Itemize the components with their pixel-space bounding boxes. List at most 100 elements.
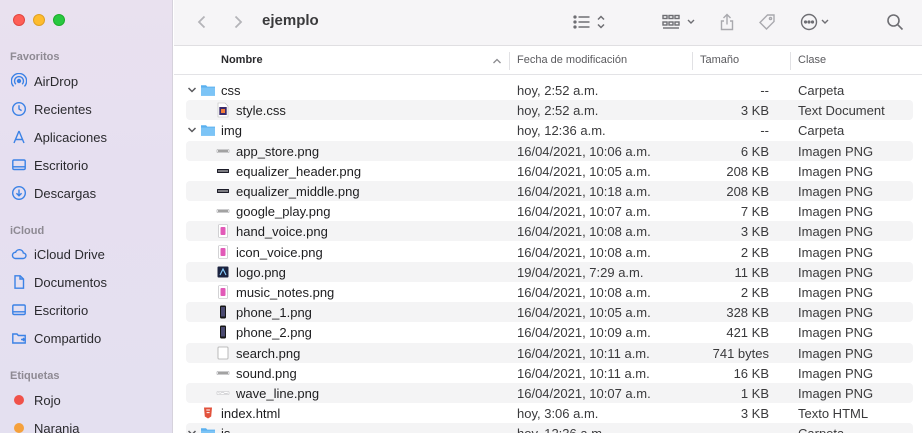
column-separator[interactable]	[790, 52, 791, 70]
grid-group-icon	[662, 14, 695, 29]
sidebar-item-escritorio-icloud[interactable]: Escritorio	[10, 298, 166, 322]
sidebar-item-label: Descargas	[34, 185, 97, 201]
sidebar-item-documentos[interactable]: Documentos	[10, 270, 166, 294]
file-row[interactable]: equalizer_header.png 16/04/2021, 10:05 a.…	[186, 161, 913, 181]
column-header-date[interactable]: Fecha de modificación	[517, 54, 627, 66]
file-row[interactable]: style.css hoy, 2:52 a.m. 3 KB Text Document	[186, 100, 913, 121]
file-row[interactable]: equalizer_middle.png 16/04/2021, 10:18 a.…	[186, 181, 913, 201]
png-file-icon	[215, 385, 231, 401]
file-kind: Imagen PNG	[798, 285, 874, 300]
file-row[interactable]: img hoy, 12:36 a.m. -- Carpeta	[186, 120, 913, 140]
png-file-icon	[215, 143, 231, 159]
disclosure-collapsed-icon[interactable]	[187, 427, 197, 433]
disclosure-expanded-icon[interactable]	[187, 84, 197, 96]
cloud-icon	[10, 246, 27, 263]
file-row[interactable]: sound.png 16/04/2021, 10:11 a.m. 16 KB Imag…	[186, 363, 913, 383]
sidebar-tag-rojo[interactable]: Rojo	[10, 388, 166, 412]
file-row[interactable]: css hoy, 2:52 a.m. -- Carpeta	[186, 80, 913, 100]
column-header-kind[interactable]: Clase	[798, 54, 826, 66]
sidebar-item-compartido[interactable]: Compartido	[10, 326, 166, 350]
sidebar-item-label: Documentos	[34, 274, 107, 290]
sort-ascending-icon	[493, 58, 501, 64]
sidebar-item-escritorio[interactable]: Escritorio	[10, 153, 166, 177]
share-button[interactable]	[716, 10, 738, 34]
file-row[interactable]: index.html hoy, 3:06 a.m. 3 KB Texto HTML	[186, 403, 913, 423]
search-button[interactable]	[884, 10, 906, 34]
sidebar: Favoritos AirDrop Recientes Aplicaciones…	[0, 0, 173, 433]
file-row[interactable]: logo.png 19/04/2021, 7:29 a.m. 11 KB Imagen…	[186, 261, 913, 282]
sidebar-item-label: Rojo	[34, 392, 61, 408]
file-size: 3 KB	[740, 103, 769, 119]
sidebar-item-icloud-drive[interactable]: iCloud Drive	[10, 242, 166, 266]
file-size: 2 KB	[740, 285, 769, 300]
column-separator[interactable]	[509, 52, 510, 70]
file-kind: Imagen PNG	[798, 143, 874, 159]
file-date: 16/04/2021, 10:05 a.m.	[517, 163, 651, 179]
file-date: 16/04/2021, 10:09 a.m.	[517, 325, 651, 341]
file-row[interactable]: music_notes.png 16/04/2021, 10:08 a.m. 2 K…	[186, 282, 913, 302]
tags-button[interactable]	[756, 10, 778, 34]
sidebar-item-recientes[interactable]: Recientes	[10, 97, 166, 121]
sidebar-item-label: Compartido	[34, 330, 102, 346]
file-date: hoy, 2:52 a.m.	[517, 103, 599, 119]
file-kind: Texto HTML	[798, 406, 869, 422]
file-name: index.html	[221, 406, 281, 422]
view-options-button[interactable]	[570, 10, 610, 34]
file-row[interactable]: wave_line.png 16/04/2021, 10:07 a.m. 1 KB I…	[186, 383, 913, 403]
sidebar-item-airdrop[interactable]: AirDrop	[10, 69, 166, 93]
ellipsis-circle-icon	[800, 13, 829, 31]
file-name: img	[221, 123, 242, 139]
file-row[interactable]: phone_1.png 16/04/2021, 10:05 a.m. 328 KB I…	[186, 302, 913, 323]
forward-button[interactable]	[228, 10, 248, 34]
file-row[interactable]: js hoy, 12:36 a.m. -- Carpeta	[186, 423, 913, 433]
close-window-button[interactable]	[13, 14, 25, 26]
column-header-name[interactable]: Nombre	[221, 54, 263, 66]
file-row[interactable]: search.png 16/04/2021, 10:11 a.m. 741 byte…	[186, 342, 913, 363]
sidebar-item-label: Escritorio	[34, 302, 89, 318]
file-kind: Imagen PNG	[798, 163, 874, 179]
file-kind: Imagen PNG	[798, 264, 874, 280]
red-tag-dot-icon	[14, 395, 24, 405]
file-date: 16/04/2021, 10:11 a.m.	[517, 345, 650, 361]
file-row[interactable]: hand_voice.png 16/04/2021, 10:08 a.m. 3 KB…	[186, 221, 913, 242]
file-row[interactable]: phone_2.png 16/04/2021, 10:09 a.m. 421 KB I…	[186, 322, 913, 342]
disclosure-expanded-icon[interactable]	[187, 124, 197, 136]
group-button[interactable]	[660, 10, 700, 34]
sidebar-item-aplicaciones[interactable]: Aplicaciones	[10, 125, 166, 149]
file-size: 328 KB	[726, 305, 769, 321]
file-kind: Imagen PNG	[798, 244, 874, 260]
file-size: 1 KB	[740, 386, 769, 401]
file-row[interactable]: google_play.png 16/04/2021, 10:07 a.m. 7 K…	[186, 201, 913, 221]
file-kind: Imagen PNG	[798, 345, 874, 361]
zoom-window-button[interactable]	[53, 14, 65, 26]
sidebar-section-etiquetas: Etiquetas	[10, 370, 60, 382]
file-kind: Imagen PNG	[798, 325, 874, 341]
file-name: search.png	[236, 345, 301, 361]
png-file-icon	[215, 163, 231, 179]
file-size: --	[760, 83, 769, 98]
more-actions-button[interactable]	[798, 10, 838, 34]
back-button[interactable]	[192, 10, 212, 34]
file-row[interactable]: app_store.png 16/04/2021, 10:06 a.m. 6 KB I…	[186, 140, 913, 161]
file-name: css	[221, 83, 241, 98]
file-date: hoy, 3:06 a.m.	[517, 406, 599, 422]
sidebar-tag-naranja[interactable]: Naranja	[10, 416, 166, 433]
sidebar-item-label: Aplicaciones	[34, 129, 107, 145]
desktop-icon	[10, 157, 27, 174]
share-icon	[720, 13, 734, 31]
file-kind: Carpeta	[798, 123, 845, 139]
file-row[interactable]: icon_voice.png 16/04/2021, 10:08 a.m. 2 KB…	[186, 242, 913, 262]
file-size: 11 KB	[734, 264, 769, 280]
column-header-size[interactable]: Tamaño	[700, 54, 739, 66]
airdrop-icon	[10, 73, 27, 90]
file-size: 7 KB	[740, 204, 769, 220]
file-date: 16/04/2021, 10:07 a.m.	[517, 386, 651, 401]
css-file-icon	[215, 102, 231, 118]
png-file-icon	[215, 203, 231, 219]
column-separator[interactable]	[692, 52, 693, 70]
file-kind: Imagen PNG	[798, 184, 874, 199]
folder-icon	[200, 82, 216, 98]
minimize-window-button[interactable]	[33, 14, 45, 26]
file-name: equalizer_header.png	[236, 163, 362, 179]
sidebar-item-descargas[interactable]: Descargas	[10, 181, 166, 205]
